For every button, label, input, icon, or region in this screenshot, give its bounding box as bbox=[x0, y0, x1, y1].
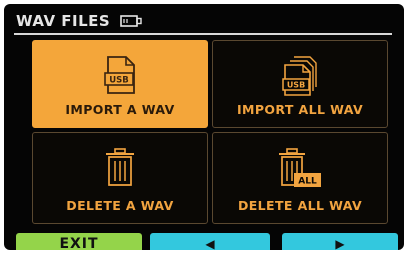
svg-text:USB: USB bbox=[109, 76, 129, 86]
exit-button[interactable]: EXIT bbox=[16, 233, 142, 250]
tile-label: IMPORT ALL WAV bbox=[236, 102, 364, 117]
delete-a-wav-button[interactable]: DELETE A WAV bbox=[32, 132, 208, 224]
exit-button-label: EXIT bbox=[59, 236, 99, 250]
tile-label: IMPORT A WAV bbox=[65, 102, 175, 117]
previous-button[interactable]: ◀ bbox=[150, 233, 270, 250]
device-screen: WAV FILES USB IMPORT A WAV USB IMPORT AL… bbox=[4, 4, 404, 250]
page-title: WAV FILES bbox=[16, 12, 111, 30]
trash-icon bbox=[106, 148, 134, 186]
chevron-right-icon: ▶ bbox=[335, 237, 345, 250]
delete-all-wav-button[interactable]: ALL DELETE ALL WAV bbox=[212, 132, 388, 224]
next-button[interactable]: ▶ bbox=[282, 233, 398, 250]
svg-text:USB: USB bbox=[287, 81, 305, 90]
trash-all-icon: ALL bbox=[279, 148, 321, 187]
tile-label: DELETE ALL WAV bbox=[237, 198, 363, 213]
usb-file-icon: USB bbox=[104, 56, 135, 94]
screen-header: WAV FILES bbox=[16, 10, 142, 32]
header-divider bbox=[14, 33, 392, 35]
chevron-left-icon: ◀ bbox=[205, 237, 215, 250]
sd-card-icon bbox=[120, 15, 142, 27]
tile-label: DELETE A WAV bbox=[66, 198, 174, 213]
usb-files-stack-icon: USB bbox=[282, 56, 317, 96]
import-a-wav-button[interactable]: USB IMPORT A WAV bbox=[32, 40, 208, 128]
svg-text:ALL: ALL bbox=[298, 177, 317, 187]
import-all-wav-button[interactable]: USB IMPORT ALL WAV bbox=[212, 40, 388, 128]
